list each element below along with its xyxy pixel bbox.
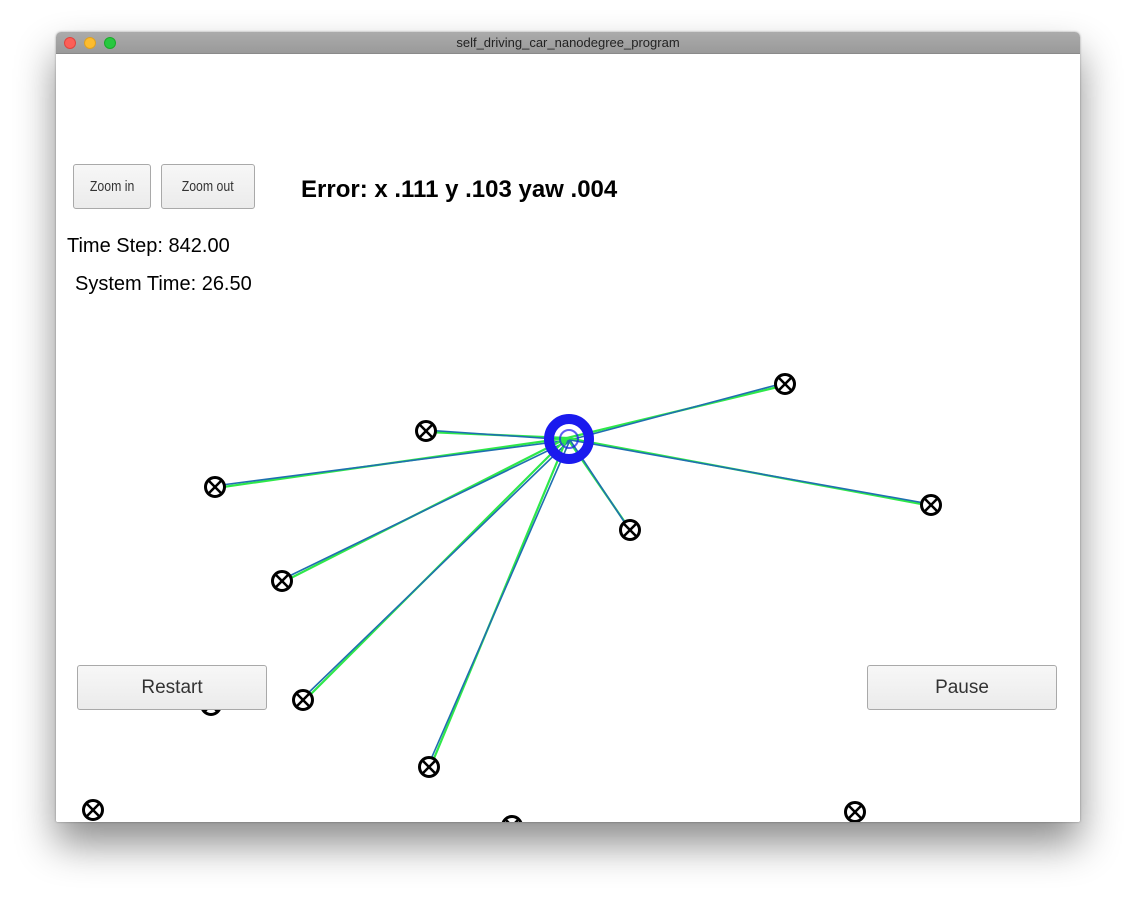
zoom-out-button[interactable]: Zoom out	[161, 164, 255, 209]
zoom-in-label: Zoom in	[89, 178, 135, 195]
window-title: self_driving_car_nanodegree_program	[456, 35, 680, 50]
observation-line-blue	[301, 439, 571, 700]
landmark-marker-7	[292, 689, 314, 711]
landmark-marker-5	[619, 519, 641, 541]
observation-line-8	[427, 437, 571, 769]
landmark-marker-10	[82, 799, 104, 821]
simulator-window: self_driving_car_nanodegree_program Zoom…	[56, 32, 1080, 822]
system-time-readout: System Time: 26.50	[75, 273, 252, 295]
zoom-out-label: Zoom out	[182, 178, 234, 195]
landmarks	[82, 373, 942, 822]
zoom-in-button[interactable]: Zoom in	[73, 164, 151, 209]
observation-line-4	[566, 436, 933, 508]
pause-button[interactable]: Pause	[867, 665, 1057, 710]
observation-lines	[213, 382, 933, 769]
error-readout: Error: x .111 y .103 yaw .004	[301, 176, 618, 203]
observation-line-blue	[569, 382, 785, 441]
landmark-marker-8	[418, 756, 440, 778]
simulation-canvas: Zoom in Zoom out Error: x .111 y .103 ya…	[56, 54, 1080, 822]
landmark-marker-4	[920, 494, 942, 516]
observation-line-6	[280, 437, 571, 583]
time-step-readout: Time Step: 842.00	[67, 235, 230, 257]
landmark-marker-12	[844, 801, 866, 822]
restart-button[interactable]: Restart	[77, 665, 267, 710]
observation-line-blue	[569, 439, 931, 505]
landmark-ring	[501, 815, 523, 822]
landmark-marker-6	[271, 570, 293, 592]
observation-line-blue	[280, 439, 571, 581]
observation-line-2	[566, 382, 787, 441]
landmark-marker-2	[774, 373, 796, 395]
observation-line-7	[301, 437, 571, 702]
landmark-marker-11	[501, 815, 523, 822]
landmark-marker-3	[204, 476, 226, 498]
title-bar[interactable]: self_driving_car_nanodegree_program	[56, 32, 1080, 54]
observation-line-blue	[427, 439, 571, 767]
landmark-marker-1	[415, 420, 437, 442]
